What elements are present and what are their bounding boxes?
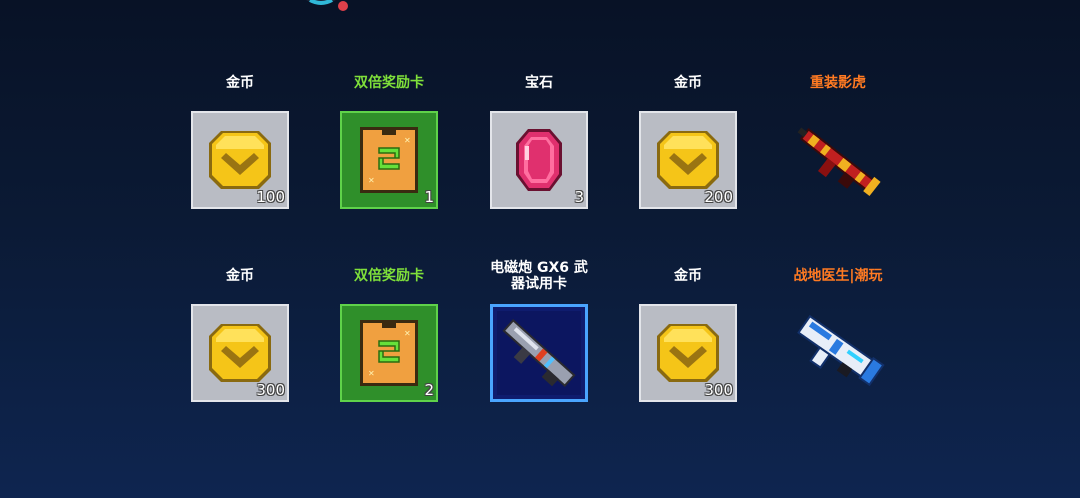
reward-label: 重装影虎 xyxy=(810,75,866,91)
reward-slot[interactable]: 金币 300 xyxy=(180,265,300,405)
reward-tile: 300 xyxy=(191,304,289,402)
reward-tile xyxy=(789,304,887,402)
reward-label: 战地医生|潮玩 xyxy=(793,268,883,284)
reward-slot[interactable]: 电磁炮 GX6 武 器试用卡 xyxy=(479,258,599,405)
reward-tile: 100 xyxy=(191,111,289,209)
reward-qty: 100 xyxy=(256,188,285,206)
svg-text:✕: ✕ xyxy=(404,329,411,338)
reward-tile xyxy=(490,304,588,402)
reward-qty: 3 xyxy=(574,188,584,206)
reward-slot[interactable]: 重装影虎 xyxy=(778,72,898,212)
reward-label: 金币 xyxy=(674,268,702,284)
reward-tile: 200 xyxy=(639,111,737,209)
svg-text:✕: ✕ xyxy=(368,176,375,185)
reward-slot[interactable]: 金币 300 xyxy=(628,265,748,405)
reward-label: 金币 xyxy=(226,75,254,91)
reward-slot[interactable]: 金币 100 xyxy=(180,72,300,212)
reward-qty: 1 xyxy=(424,188,434,206)
reward-grid: 金币 100 双倍奖励卡 ✕ ✕ 1 宝石 3 金币 200 重装影虎 金币 3… xyxy=(0,0,1080,498)
double-reward-card-icon: ✕ ✕ xyxy=(360,127,418,193)
reward-slot[interactable]: 金币 200 xyxy=(628,72,748,212)
reward-label: 宝石 xyxy=(525,75,553,91)
red-gold-rifle-icon xyxy=(797,127,881,197)
reward-qty: 300 xyxy=(256,381,285,399)
gem-icon xyxy=(516,129,562,191)
reward-label: 双倍奖励卡 xyxy=(354,268,424,284)
reward-slot[interactable]: 双倍奖励卡 ✕ ✕ 1 xyxy=(329,72,449,212)
svg-text:✕: ✕ xyxy=(404,136,411,145)
reward-tile: ✕ ✕ 1 xyxy=(340,111,438,209)
railgun-trial-card-icon xyxy=(497,311,581,395)
reward-slot[interactable]: 宝石 3 xyxy=(479,72,599,212)
reward-qty: 200 xyxy=(704,188,733,206)
svg-text:✕: ✕ xyxy=(368,369,375,378)
reward-label: 金币 xyxy=(226,268,254,284)
reward-slot[interactable]: 战地医生|潮玩 xyxy=(778,265,898,405)
reward-label: 金币 xyxy=(674,75,702,91)
reward-slot[interactable]: 双倍奖励卡 ✕ ✕ 2 xyxy=(329,265,449,405)
reward-qty: 300 xyxy=(704,381,733,399)
reward-qty: 2 xyxy=(424,381,434,399)
reward-tile: 300 xyxy=(639,304,737,402)
reward-label: 双倍奖励卡 xyxy=(354,75,424,91)
reward-label-line2: 器试用卡 xyxy=(511,276,567,292)
double-reward-card-icon: ✕ ✕ xyxy=(360,320,418,386)
reward-tile xyxy=(789,111,887,209)
blue-white-blaster-icon xyxy=(797,314,885,387)
reward-tile: 3 xyxy=(490,111,588,209)
reward-tile: ✕ ✕ 2 xyxy=(340,304,438,402)
reward-label-line1: 电磁炮 GX6 武 xyxy=(490,260,588,276)
